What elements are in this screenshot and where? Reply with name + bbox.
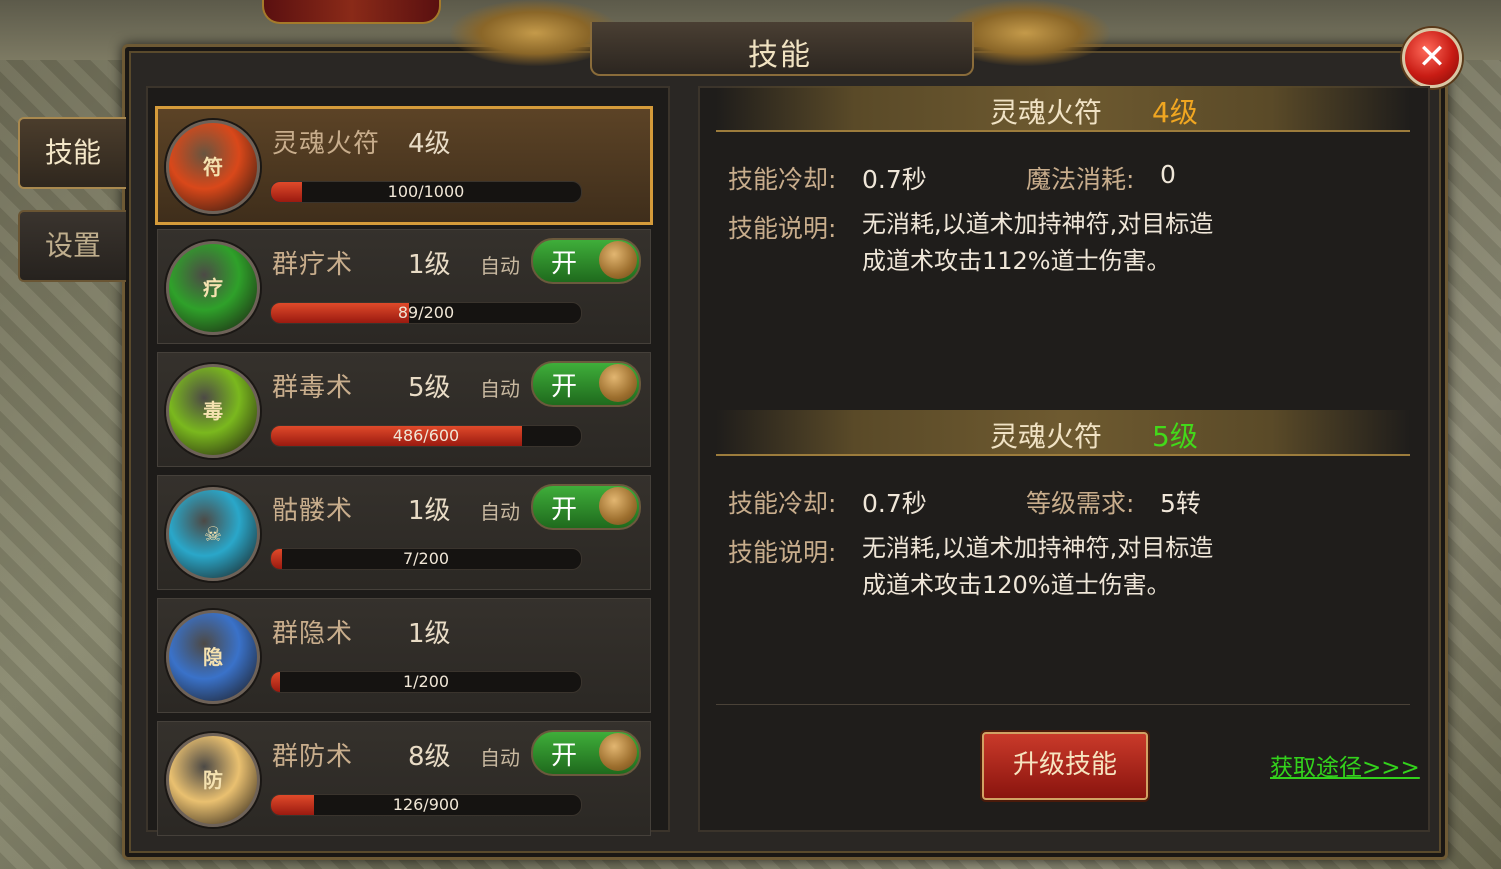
skill-progress-text: 7/200 xyxy=(402,549,450,568)
upgrade-skill-button[interactable]: 升级技能 xyxy=(982,732,1148,800)
poison-icon: 毒 xyxy=(166,364,260,458)
skill-level: 4级 xyxy=(408,129,451,159)
skill-progress-bar: 100/1000 xyxy=(270,181,582,203)
panel-title: 技能 xyxy=(748,38,812,73)
skill-progress-bar: 126/900 xyxy=(270,794,582,816)
current-mana-cost-value: 0 xyxy=(1160,160,1176,189)
auto-cast-toggle[interactable]: 开 xyxy=(531,238,641,284)
stealth-figures-icon: 隐 xyxy=(166,610,260,704)
skill-level: 1级 xyxy=(408,496,451,526)
auto-cast-toggle[interactable]: 开 xyxy=(531,730,641,776)
next-cooldown-label: 技能冷却: xyxy=(728,489,837,518)
close-button[interactable]: ✕ xyxy=(1402,28,1462,88)
skill-level: 1级 xyxy=(408,250,451,280)
current-desc-line2: 成道术攻击112%道士伤害。 xyxy=(862,247,1171,275)
tab-skills[interactable]: 技能 xyxy=(18,117,126,189)
skill-progress-text: 126/900 xyxy=(392,795,460,814)
skill-progress-text: 1/200 xyxy=(402,672,450,691)
acquire-source-link[interactable]: 获取途径>>> xyxy=(1270,748,1420,782)
current-skill-level: 4级 xyxy=(1152,96,1198,129)
skill-row[interactable]: 疗群疗术 1级 自动 开 89/200 xyxy=(157,229,651,344)
toggle-label: 开 xyxy=(551,495,578,525)
current-cooldown-value: 0.7秒 xyxy=(862,165,927,194)
toggle-label: 开 xyxy=(551,249,578,279)
next-cooldown-value: 0.7秒 xyxy=(862,489,927,518)
next-level-req-value: 5转 xyxy=(1160,489,1201,518)
next-desc-line1: 无消耗,以道术加持神符,对目标造 xyxy=(862,534,1214,562)
next-level-req-label: 等级需求: xyxy=(1026,489,1135,518)
toggle-label: 开 xyxy=(551,372,578,402)
toggle-knob xyxy=(599,241,637,279)
current-cooldown-label: 技能冷却: xyxy=(728,165,837,194)
skill-name: 群隐术 xyxy=(272,619,354,649)
skill-progress-bar: 89/200 xyxy=(270,302,582,324)
fire-talisman-icon: 符 xyxy=(166,120,260,214)
skill-level: 8级 xyxy=(408,742,451,772)
skill-row[interactable]: 符灵魂火符 4级 100/1000 xyxy=(155,106,653,225)
current-desc-label: 技能说明: xyxy=(728,214,837,243)
detail-divider xyxy=(716,704,1410,705)
skill-progress-text: 486/600 xyxy=(392,426,460,445)
next-desc-label: 技能说明: xyxy=(728,538,837,567)
toggle-knob xyxy=(599,364,637,402)
skill-progress-text: 100/1000 xyxy=(387,182,465,201)
skill-progress-bar: 1/200 xyxy=(270,671,582,693)
skill-row[interactable]: ☠ 骷髅术 1级 自动 开 7/200 xyxy=(157,475,651,590)
skill-level: 1级 xyxy=(408,619,451,649)
next-skill-name: 灵魂火符 xyxy=(990,420,1103,453)
skill-name: 群疗术 xyxy=(272,250,354,280)
toggle-knob xyxy=(599,487,637,525)
skill-name: 骷髅术 xyxy=(272,496,354,526)
game-logo xyxy=(262,0,441,24)
next-skill-level: 5级 xyxy=(1152,420,1198,453)
current-mana-cost-label: 魔法消耗: xyxy=(1026,165,1135,194)
skill-progress-text: 89/200 xyxy=(397,303,455,322)
toggle-label: 开 xyxy=(551,741,578,771)
skill-progress-bar: 486/600 xyxy=(270,425,582,447)
skull-icon: ☠ xyxy=(166,487,260,581)
skill-row[interactable]: 毒群毒术 5级 自动 开 486/600 xyxy=(157,352,651,467)
auto-cast-toggle[interactable]: 开 xyxy=(531,361,641,407)
tab-settings[interactable]: 设置 xyxy=(18,210,126,282)
current-skill-name: 灵魂火符 xyxy=(990,96,1103,129)
auto-cast-toggle[interactable]: 开 xyxy=(531,484,641,530)
auto-label: 自动 xyxy=(480,377,520,401)
green-heal-icon: 疗 xyxy=(166,241,260,335)
skill-progress-bar: 7/200 xyxy=(270,548,582,570)
next-desc-line2: 成道术攻击120%道士伤害。 xyxy=(862,571,1171,599)
auto-label: 自动 xyxy=(480,500,520,524)
auto-label: 自动 xyxy=(480,746,520,770)
skill-detail-panel xyxy=(698,86,1430,832)
skill-row[interactable]: 防群防术 8级 自动 开 126/900 xyxy=(157,721,651,836)
skill-name: 灵魂火符 xyxy=(272,129,381,159)
skill-name: 群防术 xyxy=(272,742,354,772)
defense-talisman-icon: 防 xyxy=(166,733,260,827)
toggle-knob xyxy=(599,733,637,771)
current-desc-line1: 无消耗,以道术加持神符,对目标造 xyxy=(862,210,1214,238)
skill-level: 5级 xyxy=(408,373,451,403)
skill-name: 群毒术 xyxy=(272,373,354,403)
skill-row[interactable]: 隐群隐术 1级 1/200 xyxy=(157,598,651,713)
auto-label: 自动 xyxy=(480,254,520,278)
